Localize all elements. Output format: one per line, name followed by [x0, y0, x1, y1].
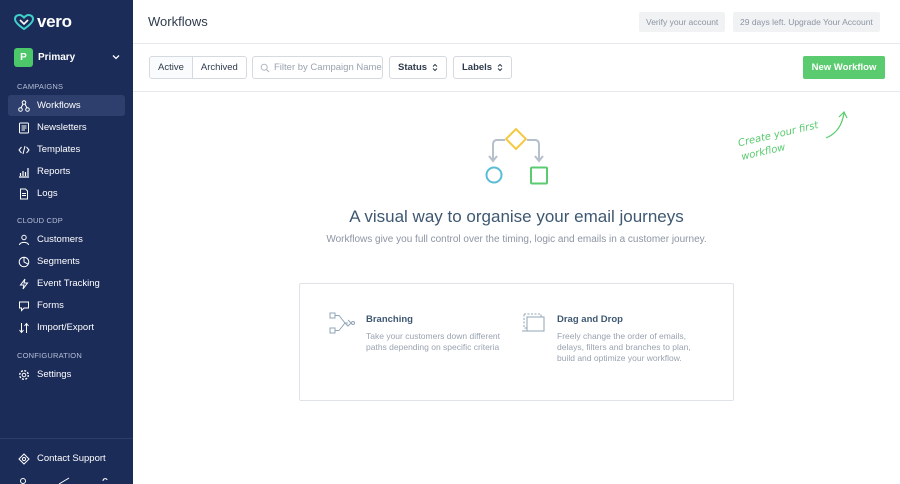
search-box: [252, 56, 383, 79]
page-title: Workflows: [148, 14, 208, 29]
sidebar-item-workflows[interactable]: Workflows: [8, 95, 125, 116]
sidebar-item-label: Workflows: [37, 100, 81, 111]
drag-drop-icon: [522, 313, 545, 332]
pie-icon: [18, 256, 30, 268]
sidebar-item-label: Reports: [37, 166, 71, 177]
bolt-icon: [18, 278, 30, 290]
sidebar-item-label: Settings: [37, 369, 72, 380]
users-icon: [18, 234, 30, 246]
megaphone-icon[interactable]: [58, 477, 70, 484]
branching-icon: [329, 312, 355, 334]
feature-desc-line: paths depending on specific criteria: [366, 342, 500, 352]
sidebar-item-label: Logs: [37, 188, 58, 199]
feature-desc-line: Freely change the order of emails,: [557, 331, 686, 341]
sidebar-item-label: Segments: [37, 256, 80, 267]
empty-state-headline: A visual way to organise your email jour…: [349, 207, 684, 226]
user-icon[interactable]: [18, 477, 28, 484]
status-select[interactable]: Status: [389, 56, 447, 79]
newsletter-icon: [18, 122, 30, 134]
sidebar-item-import-export[interactable]: Import/Export: [8, 317, 125, 338]
search-input[interactable]: [274, 62, 382, 73]
document-icon: [18, 188, 30, 200]
section-cloud-cdp: CLOUD CDP: [17, 216, 63, 225]
create-first-workflow-hint: Create your first workflow: [737, 119, 823, 165]
labels-select-label: Labels: [462, 62, 493, 73]
chat-icon: [18, 300, 30, 312]
sidebar-item-label: Event Tracking: [37, 278, 100, 289]
tab-archived[interactable]: Archived: [191, 57, 246, 78]
sidebar-item-newsletters[interactable]: Newsletters: [8, 117, 125, 138]
section-configuration: CONFIGURATION: [17, 351, 82, 360]
section-campaigns: CAMPAIGNS: [17, 82, 64, 91]
sidebar-item-reports[interactable]: Reports: [8, 161, 125, 182]
labels-select[interactable]: Labels: [453, 56, 512, 79]
feature-title: Branching: [366, 314, 413, 325]
workspace-avatar: P: [14, 47, 33, 67]
search-icon: [260, 63, 270, 72]
features-card: Branching Take your customers down diffe…: [299, 283, 734, 401]
code-icon: [18, 144, 30, 156]
import-export-icon: [18, 322, 30, 334]
feature-title: Drag and Drop: [557, 314, 623, 325]
sidebar-item-segments[interactable]: Segments: [8, 251, 125, 272]
brand-name: vero: [37, 12, 72, 31]
vero-logo[interactable]: vero: [14, 12, 72, 32]
top-bar: Workflows Verify your account 29 days le…: [133, 0, 900, 44]
sidebar-item-label: Import/Export: [37, 322, 95, 333]
upgrade-account-button[interactable]: 29 days left. Upgrade Your Account: [733, 12, 880, 32]
new-workflow-button[interactable]: New Workflow: [803, 56, 885, 79]
empty-state-subline: Workflows give you full control over the…: [326, 234, 707, 245]
feature-desc-line: build and optimize your workflow.: [557, 353, 682, 363]
sidebar-item-label: Templates: [37, 144, 81, 155]
sidebar: vero P Primary CAMPAIGNS Workflows Newsl…: [0, 0, 133, 484]
workflow-icon: [18, 99, 30, 112]
support-icon: [18, 452, 30, 465]
status-select-label: Status: [398, 62, 428, 73]
help-icon[interactable]: [100, 477, 110, 484]
curved-arrow-icon: [825, 110, 848, 139]
sort-arrows-icon: [497, 63, 503, 72]
tab-active[interactable]: Active: [150, 57, 192, 78]
feature-description: Freely change the order of emails, delay…: [557, 331, 717, 364]
sort-arrows-icon: [432, 63, 438, 72]
sidebar-item-settings[interactable]: Settings: [8, 364, 125, 385]
chevron-down-icon: [112, 55, 120, 60]
contact-support-label: Contact Support: [37, 453, 106, 464]
workspace-name: Primary: [38, 51, 76, 63]
chart-icon: [18, 166, 30, 178]
heart-logo-icon: [14, 14, 34, 30]
sidebar-item-customers[interactable]: Customers: [8, 229, 125, 250]
feature-description: Take your customers down different paths…: [366, 331, 516, 353]
sidebar-footer-icons: [18, 477, 118, 484]
sidebar-item-forms[interactable]: Forms: [8, 295, 125, 316]
workflow-illustration-icon: [485, 127, 548, 185]
sidebar-item-templates[interactable]: Templates: [8, 139, 125, 160]
gear-icon: [18, 369, 30, 381]
feature-desc-line: delays, filters and branches to plan,: [557, 342, 691, 352]
contact-support-link[interactable]: Contact Support: [8, 448, 125, 469]
verify-account-button[interactable]: Verify your account: [639, 12, 726, 32]
sidebar-item-logs[interactable]: Logs: [8, 183, 125, 204]
workflow-toolbar: Active Archived Status Labels New Workfl…: [133, 45, 900, 92]
feature-desc-line: Take your customers down different: [366, 331, 501, 341]
sidebar-item-label: Customers: [37, 234, 83, 245]
sidebar-item-label: Newsletters: [37, 122, 87, 133]
workspace-switcher[interactable]: P Primary: [14, 47, 120, 67]
sidebar-divider: [0, 438, 133, 439]
status-tabs: Active Archived: [149, 56, 247, 79]
sidebar-item-label: Forms: [37, 300, 64, 311]
sidebar-item-event-tracking[interactable]: Event Tracking: [8, 273, 125, 294]
